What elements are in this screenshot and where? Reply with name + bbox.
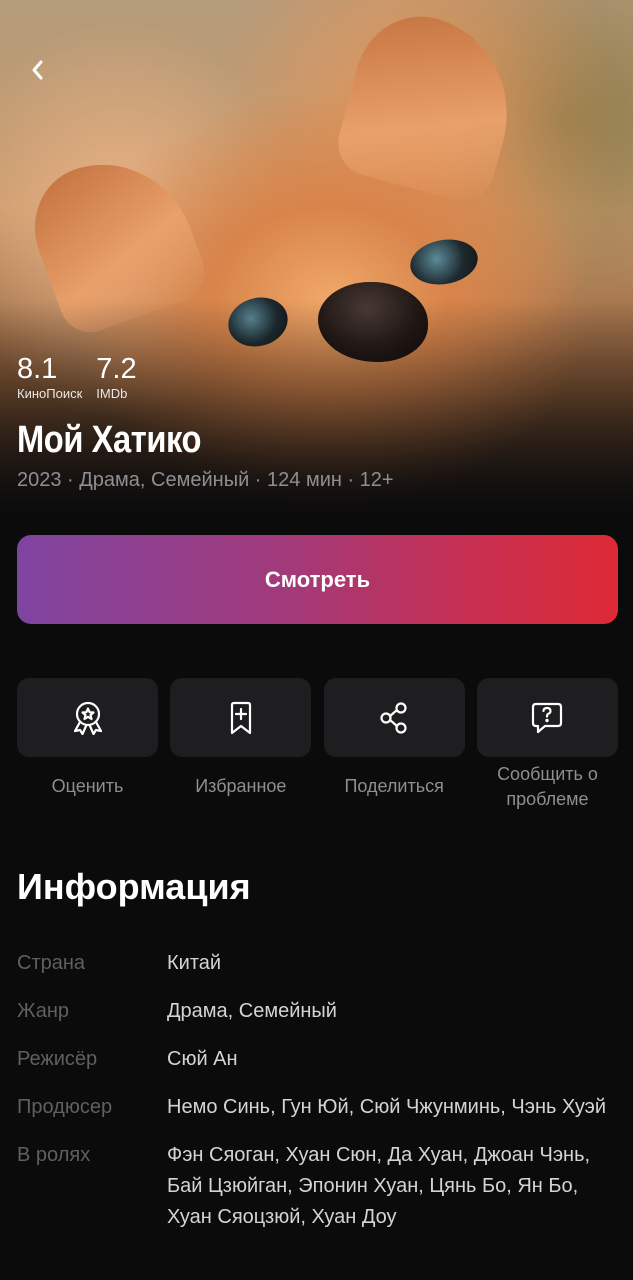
info-section-title: Информация: [17, 866, 251, 907]
rating-value: 8.1: [17, 353, 58, 385]
back-button[interactable]: [20, 52, 56, 88]
action-label: Поделиться: [344, 776, 444, 796]
action-label: Избранное: [195, 776, 287, 796]
rating-imdb: 7.2 IMDb: [96, 352, 136, 402]
rate-button[interactable]: Оценить: [17, 678, 158, 812]
info-table: Страна Китай Жанр Драма, Семейный Режисё…: [17, 948, 617, 1250]
dog-eye-right: [406, 234, 482, 290]
info-key: Режисёр: [17, 1048, 98, 1070]
action-tile[interactable]: [476, 678, 618, 757]
ratings: 8.1 КиноПоиск 7.2 IMDb: [17, 352, 137, 402]
info-row-producer: Продюсер Немо Синь, Гун Юй, Сюй Чжунминь…: [17, 1092, 617, 1123]
dog-ear-right: [330, 2, 530, 208]
chevron-left-icon: [32, 60, 43, 80]
info-row-director: Режисёр Сюй Ан: [17, 1044, 617, 1075]
action-tile[interactable]: [17, 678, 158, 757]
info-key: Жанр: [17, 1000, 69, 1022]
info-value: Драма, Семейный: [167, 1000, 337, 1022]
award-icon: [73, 701, 102, 735]
rating-source: IMDb: [96, 386, 128, 401]
action-bar: Оценить Избранное Поделиться Сообщить о …: [17, 678, 618, 812]
info-value: Китай: [167, 952, 222, 974]
info-key: Продюсер: [17, 1096, 113, 1118]
rating-source: КиноПоиск: [17, 386, 83, 401]
share-button[interactable]: Поделиться: [323, 678, 465, 812]
favorite-button[interactable]: Избранное: [170, 678, 312, 812]
action-tile[interactable]: [170, 678, 312, 757]
report-problem-button[interactable]: Сообщить о проблеме: [476, 678, 618, 812]
rating-kinopoisk: 8.1 КиноПоиск: [17, 352, 82, 402]
watch-button[interactable]: Смотреть: [17, 535, 618, 624]
share-icon: [380, 701, 407, 734]
action-label: Сообщить о проблеме: [497, 764, 598, 809]
action-label: Оценить: [51, 776, 124, 796]
bookmark-add-icon: [230, 701, 251, 734]
info-value: Сюй Ан: [167, 1048, 238, 1070]
info-row-cast: В ролях Фэн Сяоган, Хуан Сюн, Да Хуан, Д…: [17, 1140, 617, 1233]
info-value: Немо Синь, Гун Юй, Сюй Чжунминь, Чэнь Ху…: [167, 1096, 607, 1118]
info-row-country: Страна Китай: [17, 948, 617, 979]
rating-value: 7.2: [96, 353, 137, 385]
info-value: Фэн Сяоган, Хуан Сюн, Да Хуан, Джоан Чэн…: [167, 1144, 591, 1228]
info-key: В ролях: [17, 1144, 91, 1166]
info-row-genre: Жанр Драма, Семейный: [17, 996, 617, 1027]
movie-title: Мой Хатико: [17, 419, 202, 461]
movie-meta: 2023 · Драма, Семейный · 124 мин · 12+: [17, 469, 394, 491]
action-tile[interactable]: [323, 678, 465, 757]
info-key: Страна: [17, 952, 86, 974]
report-question-icon: [532, 702, 563, 733]
